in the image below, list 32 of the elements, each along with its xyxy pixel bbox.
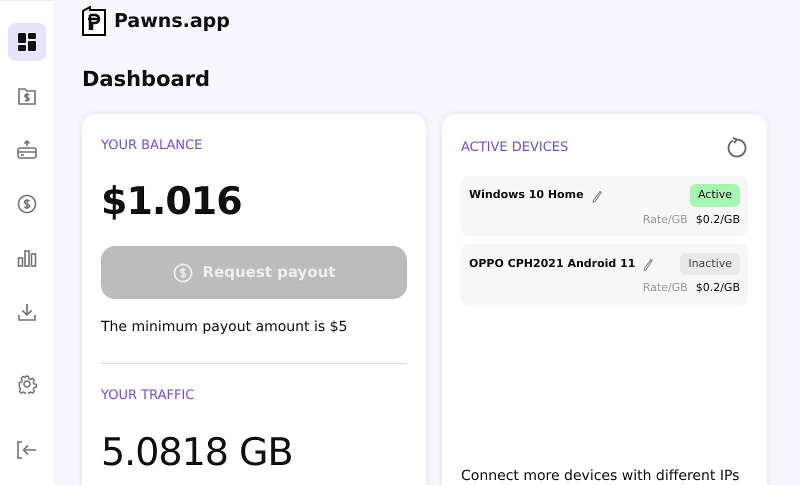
rate-value: $0.2/GB xyxy=(696,280,740,296)
logo-text: Pawns.app xyxy=(114,8,230,34)
dollar-coin-icon xyxy=(16,194,36,214)
status-badge: Active xyxy=(690,184,740,207)
bar-chart-icon xyxy=(16,248,36,268)
device-name: OPPO CPH2021 Android 11 xyxy=(469,256,636,272)
page-title: Dashboard xyxy=(82,66,212,93)
section-heading: YOUR BALANCE xyxy=(101,136,204,154)
pencil-icon xyxy=(643,258,654,272)
dashboard-icon xyxy=(16,32,36,52)
rate-value: $0.2/GB xyxy=(696,212,740,228)
dollar-coin-icon xyxy=(172,262,193,282)
refresh-icon xyxy=(726,137,748,160)
refresh-button[interactable] xyxy=(726,136,748,160)
section-heading: ACTIVE DEVICES xyxy=(461,138,568,157)
payout-note: The minimum payout amount is $5 xyxy=(101,318,348,337)
balance-amount: $1.016 xyxy=(101,178,243,225)
rate-label: Rate/GB xyxy=(642,212,688,228)
settings-icon xyxy=(16,374,36,394)
sidebar-item[interactable] xyxy=(8,23,46,61)
rate-label: Rate/GB xyxy=(642,280,688,296)
status-badge: Inactive xyxy=(680,252,740,276)
connect-devices-text: Connect more devices with different IPs xyxy=(461,466,740,485)
folder-dollar-icon xyxy=(16,86,36,106)
logout-icon xyxy=(16,440,38,460)
card-icon xyxy=(16,140,38,160)
section-heading: YOUR TRAFFIC xyxy=(101,387,196,405)
download-icon xyxy=(16,302,36,322)
pencil-icon xyxy=(592,190,602,203)
device-name: Windows 10 Home xyxy=(469,187,584,204)
logo-icon xyxy=(82,6,106,36)
traffic-amount: 5.0818 GB xyxy=(101,428,294,476)
